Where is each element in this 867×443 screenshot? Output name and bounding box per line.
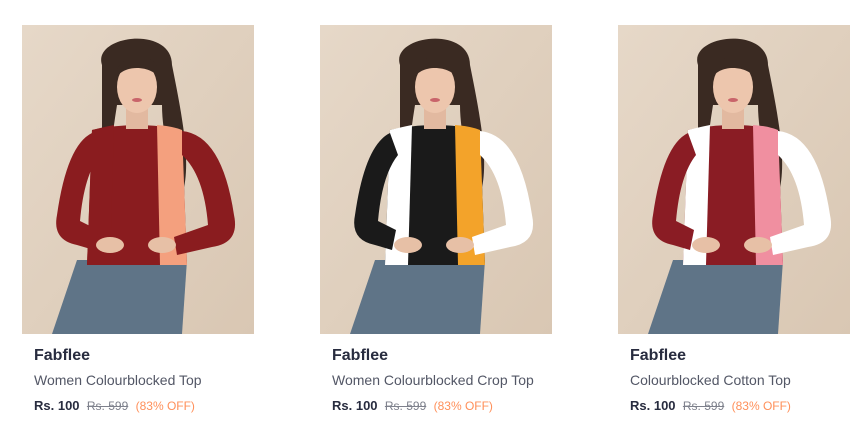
product-image[interactable] — [320, 25, 552, 334]
product-discount: (83% OFF) — [731, 399, 791, 413]
product-price: Rs. 100 — [34, 398, 80, 413]
product-discount: (83% OFF) — [433, 399, 493, 413]
hand-right — [148, 237, 176, 253]
price-row: Rs. 100 Rs. 599 (83% OFF) — [34, 398, 254, 414]
product-image[interactable] — [618, 25, 850, 334]
lips — [728, 98, 738, 102]
product-price: Rs. 100 — [630, 398, 676, 413]
product-card[interactable]: Fabflee Women Colourblocked Crop Top Rs.… — [320, 25, 552, 414]
product-photo-illustration — [22, 25, 254, 334]
product-name: Colourblocked Cotton Top — [630, 372, 791, 388]
product-card[interactable]: Fabflee Women Colourblocked Top Rs. 100 … — [22, 25, 254, 414]
product-brand: Fabflee — [332, 347, 389, 364]
price-row: Rs. 100 Rs. 599 (83% OFF) — [332, 398, 552, 414]
hand-left — [692, 237, 720, 253]
product-price: Rs. 100 — [332, 398, 378, 413]
lips — [430, 98, 440, 102]
product-mrp: Rs. 599 — [86, 399, 129, 413]
hand-left — [394, 237, 422, 253]
product-info: Fabflee Women Colourblocked Crop Top Rs.… — [320, 334, 552, 414]
product-brand: Fabflee — [34, 347, 91, 364]
product-photo-illustration — [618, 25, 850, 334]
product-name: Women Colourblocked Crop Top — [332, 372, 534, 388]
product-discount: (83% OFF) — [135, 399, 195, 413]
hand-right — [446, 237, 474, 253]
hand-left — [96, 237, 124, 253]
product-info: Fabflee Colourblocked Cotton Top Rs. 100… — [618, 334, 850, 414]
product-photo-illustration — [320, 25, 552, 334]
product-brand: Fabflee — [630, 347, 687, 364]
product-grid: Fabflee Women Colourblocked Top Rs. 100 … — [0, 0, 867, 443]
product-card[interactable]: Fabflee Colourblocked Cotton Top Rs. 100… — [618, 25, 850, 414]
product-info: Fabflee Women Colourblocked Top Rs. 100 … — [22, 334, 254, 414]
hand-right — [744, 237, 772, 253]
lips — [132, 98, 142, 102]
price-row: Rs. 100 Rs. 599 (83% OFF) — [630, 398, 850, 414]
product-mrp: Rs. 599 — [384, 399, 427, 413]
product-name: Women Colourblocked Top — [34, 372, 202, 388]
product-mrp: Rs. 599 — [682, 399, 725, 413]
product-image[interactable] — [22, 25, 254, 334]
